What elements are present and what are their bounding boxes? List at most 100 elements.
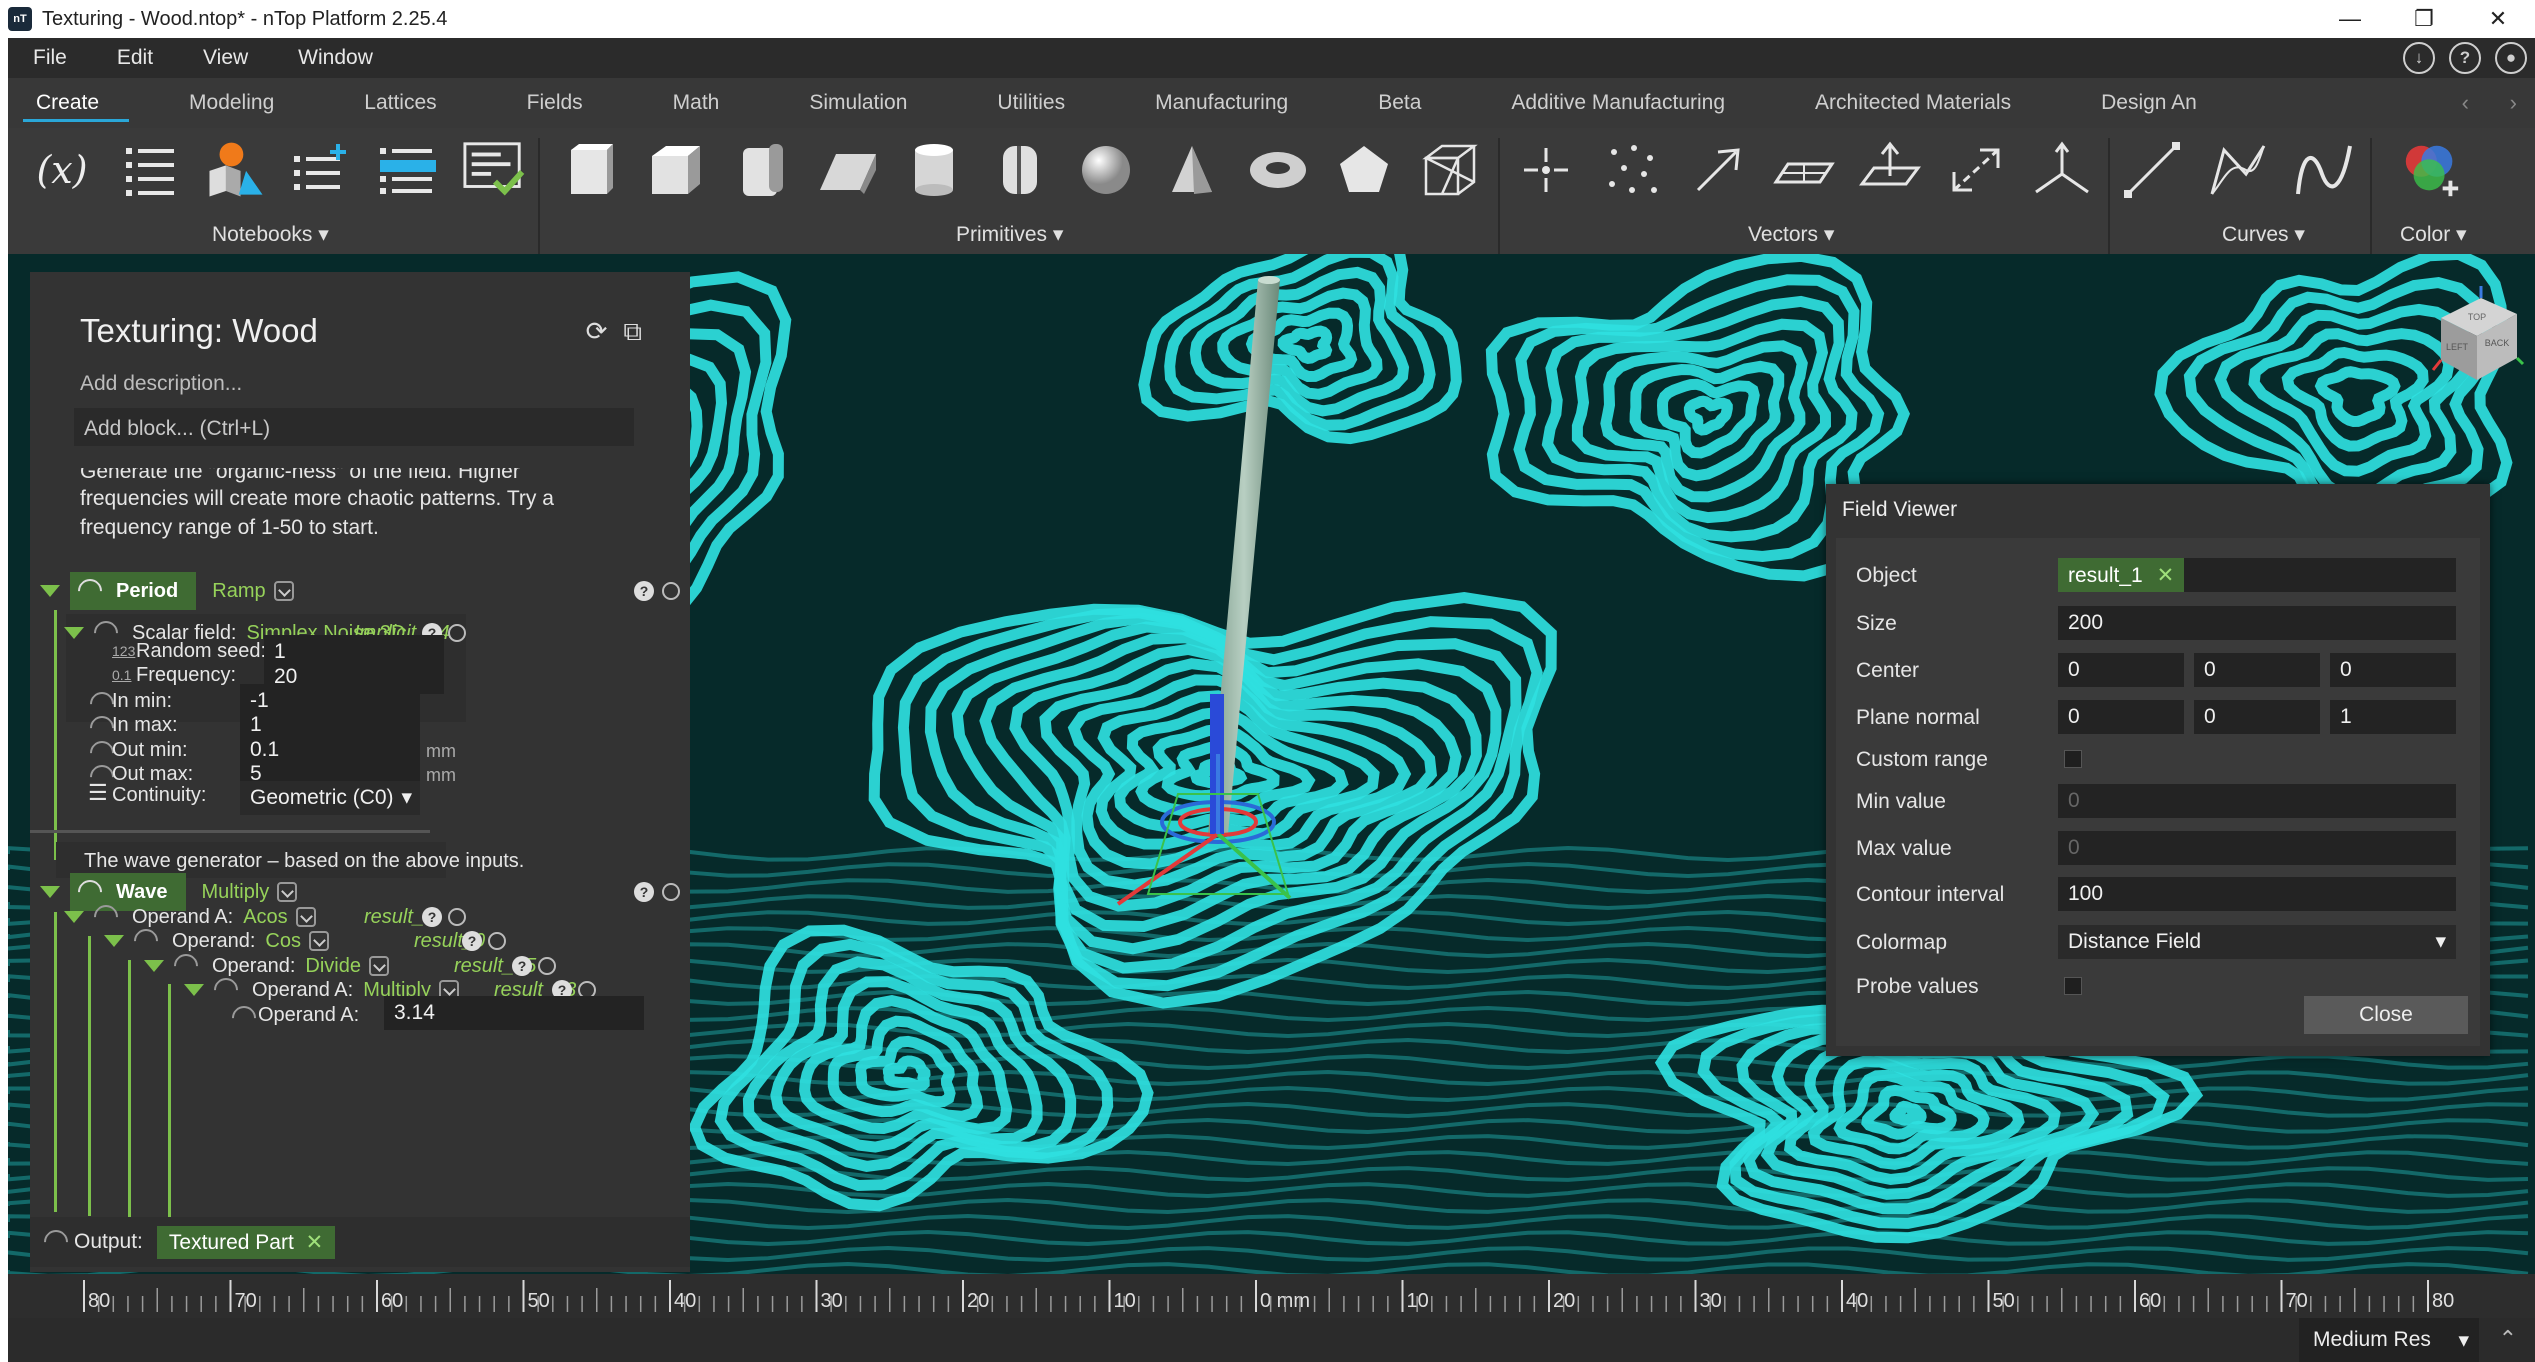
tab-scroll-right-icon[interactable]: › [2510,90,2517,116]
resolution-select[interactable]: Medium Res ▾ [2299,1318,2479,1362]
navigation-cube[interactable]: TOP LEFT BACK [2429,284,2525,384]
minimize-button[interactable]: — [2313,0,2387,38]
min-value-input[interactable]: 0 [2058,784,2456,818]
center-y-input[interactable]: 0 [2194,653,2320,687]
tab-simulation[interactable]: Simulation [764,78,952,128]
tab-utilities[interactable]: Utilities [952,78,1110,128]
tab-beta[interactable]: Beta [1333,78,1466,128]
tab-architected-materials[interactable]: Architected Materials [1770,78,2056,128]
plane-icon[interactable] [1772,136,1836,204]
close-button[interactable]: Close [2304,996,2468,1034]
tab-create[interactable]: Create [8,78,144,128]
probe-values-checkbox[interactable] [2064,977,2082,995]
group-color[interactable]: Color ▾ [2400,222,2467,247]
restore-button[interactable]: ❐ [2387,0,2461,38]
period-name-tag[interactable]: Period [70,572,197,610]
collapse-operand-multiply-icon[interactable] [184,984,204,996]
wedge-icon[interactable] [816,136,880,204]
tab-fields[interactable]: Fields [482,78,628,128]
wireframe-cube-icon[interactable] [1418,136,1482,204]
polyline-icon[interactable] [2206,136,2270,204]
plane-normal-z-input[interactable]: 1 [2330,700,2456,734]
tab-additive-manufacturing[interactable]: Additive Manufacturing [1466,78,1770,128]
point-icon[interactable] [1514,136,1578,204]
max-value-input[interactable]: 0 [2058,831,2456,865]
group-notebooks[interactable]: Notebooks ▾ [212,222,329,247]
line-icon[interactable] [2120,136,2184,204]
operand-a-inner-input[interactable]: 3.14 [384,996,644,1030]
help-icon[interactable]: ? [2449,42,2481,74]
block-period-header[interactable]: Period Ramp ? [40,572,690,610]
user-icon[interactable]: ● [2495,42,2527,74]
tab-modeling[interactable]: Modeling [144,78,319,128]
period-help-icon[interactable]: ? [634,581,654,601]
add-block-input[interactable]: Add block... (Ctrl+L) [74,408,634,446]
cylinder-icon[interactable] [902,136,966,204]
shapes-icon[interactable] [204,136,268,204]
plane-normal-x-input[interactable]: 0 [2058,700,2184,734]
cone-icon[interactable] [1160,136,1224,204]
download-icon[interactable]: ↓ [2403,42,2435,74]
plane-normal-y-input[interactable]: 0 [2194,700,2320,734]
continuity-select[interactable]: Geometric (C0) ▾ [240,781,420,815]
scalar-field-visibility-icon[interactable] [448,624,466,642]
spline-icon[interactable] [2292,136,2356,204]
size-input[interactable]: 200 [2058,606,2456,640]
capsule-icon[interactable] [988,136,1052,204]
torus-icon[interactable] [1246,136,1310,204]
add-list-icon[interactable] [290,136,354,204]
rounded-box-icon[interactable] [730,136,794,204]
pentagon-icon[interactable] [1332,136,1396,204]
collapse-period-icon[interactable] [40,585,60,597]
3d-viewport[interactable]: TOP LEFT BACK Texturing: Wood ⟳ ⧉ Add de… [8,254,2535,1274]
vector-icon[interactable] [1686,136,1750,204]
collapse-operand-icon[interactable] [104,935,124,947]
group-vectors[interactable]: Vectors ▾ [1748,222,1834,247]
remove-object-icon[interactable]: ✕ [2157,564,2175,587]
custom-range-checkbox[interactable] [2064,750,2082,768]
object-tag[interactable]: result_1 ✕ [2058,558,2185,592]
menu-file[interactable]: File [8,46,92,70]
edit-list-icon[interactable] [376,136,440,204]
color-icon[interactable] [2400,136,2464,204]
plane-normal-icon[interactable] [1858,136,1922,204]
collapse-operand-divide-icon[interactable] [144,960,164,972]
tab-lattices[interactable]: Lattices [319,78,481,128]
menu-view[interactable]: View [178,46,273,70]
tab-scroll-left-icon[interactable]: ‹ [2462,90,2469,116]
sphere-icon[interactable] [1074,136,1138,204]
coordinate-system-icon[interactable] [2030,136,2094,204]
tab-math[interactable]: Math [628,78,765,128]
cube-icon[interactable] [644,136,708,204]
tab-manufacturing[interactable]: Manufacturing [1110,78,1333,128]
period-type[interactable]: Ramp [212,580,265,603]
remove-output-icon[interactable]: ✕ [306,1231,324,1254]
group-primitives[interactable]: Primitives ▾ [956,222,1063,247]
line-segment-icon[interactable] [1944,136,2008,204]
menu-edit[interactable]: Edit [92,46,178,70]
collapse-wave-icon[interactable] [40,886,60,898]
notebook-check-icon[interactable] [462,136,526,204]
list-icon[interactable] [118,136,182,204]
object-field[interactable]: result_1 ✕ [2058,558,2456,592]
chevron-up-icon[interactable]: ⌃ [2499,1326,2517,1352]
refresh-icon[interactable]: ⟳ [586,316,608,348]
period-visibility-icon[interactable] [662,582,680,600]
tab-design-analysis[interactable]: Design An [2056,78,2197,128]
output-tag[interactable]: Textured Part ✕ [156,1225,336,1259]
collapse-scalar-field-icon[interactable] [64,627,84,639]
close-window-button[interactable]: ✕ [2461,0,2535,38]
group-curves[interactable]: Curves ▾ [2222,222,2305,247]
box-icon[interactable] [558,136,622,204]
point-cloud-icon[interactable] [1600,136,1664,204]
center-x-input[interactable]: 0 [2058,653,2184,687]
colormap-select[interactable]: Distance Field ▾ [2058,925,2456,959]
center-z-input[interactable]: 0 [2330,653,2456,687]
collapse-operand-a-icon[interactable] [64,911,84,923]
notebook-description[interactable]: Add description... [80,372,242,396]
period-type-chevron-icon[interactable] [273,581,294,601]
expand-panel-icon[interactable]: ⧉ [623,316,642,348]
notebook-title[interactable]: Texturing: Wood [80,312,318,350]
variable-icon[interactable]: (x) [30,136,94,204]
contour-interval-input[interactable]: 100 [2058,877,2456,911]
